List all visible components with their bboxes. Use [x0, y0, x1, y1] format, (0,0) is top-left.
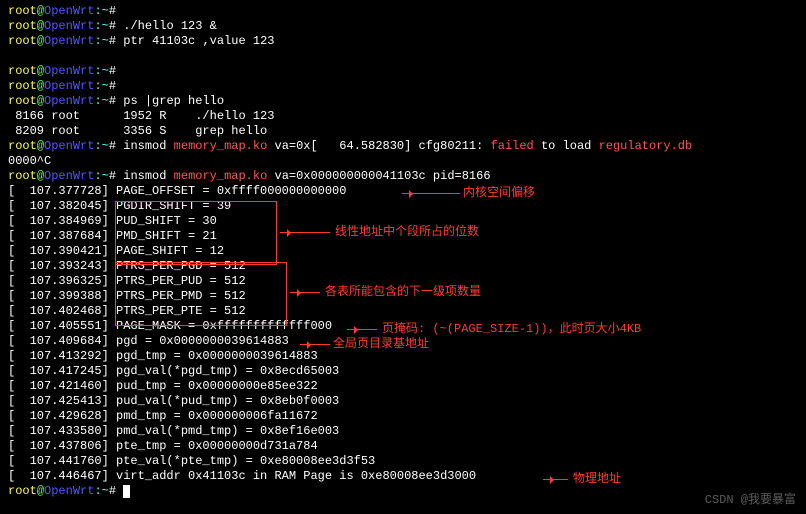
prompt-line[interactable]: root@OpenWrt:~# — [8, 4, 798, 19]
prompt-user: root — [8, 4, 37, 18]
prompt-line[interactable]: root@OpenWrt:~# ptr 41103c ,value 123 — [8, 34, 798, 49]
prompt-line[interactable]: root@OpenWrt:~# ps |grep hello — [8, 94, 798, 109]
blank-line — [8, 49, 798, 64]
filename-ko: memory_map.ko — [174, 139, 268, 153]
kernel-log-row: [ 107.437806] pte_tmp = 0x00000000d731a7… — [8, 439, 798, 454]
watermark: CSDN @我要暴富 — [705, 493, 796, 508]
ps-output-row: 8209 root 3356 S grep hello — [8, 124, 798, 139]
filename-regdb: regulatory.db — [599, 139, 693, 153]
kernel-log-row: [ 107.425413] pud_val(*pud_tmp) = 0x8eb0… — [8, 394, 798, 409]
command-ps-grep: ps |grep hello — [123, 94, 224, 108]
error-failed: failed — [491, 139, 534, 153]
command-run-hello: ./hello 123 & — [123, 19, 217, 33]
filename-ko: memory_map.ko — [174, 169, 268, 183]
kernel-log-row: [ 107.387684] PMD_SHIFT = 21 — [8, 229, 798, 244]
prompt-at: @ — [37, 4, 44, 18]
kernel-log-row: [ 107.396325] PTRS_PER_PUD = 512 — [8, 274, 798, 289]
prompt-line[interactable]: root@OpenWrt:~# — [8, 64, 798, 79]
kernel-log-row: [ 107.429628] pmd_tmp = 0x000000006fa116… — [8, 409, 798, 424]
prompt-end: # — [109, 4, 123, 18]
kernel-log-row: [ 107.409684] pgd = 0x0000000039614883 — [8, 334, 798, 349]
kernel-log-row: [ 107.413292] pgd_tmp = 0x00000000396148… — [8, 349, 798, 364]
command-insmod-2: insmod — [123, 169, 173, 183]
cursor-icon — [123, 485, 130, 498]
prompt-line[interactable]: root@OpenWrt:~# — [8, 484, 798, 499]
ps-output-row: 8166 root 1952 R ./hello 123 — [8, 109, 798, 124]
kernel-log-row: [ 107.402468] PTRS_PER_PTE = 512 — [8, 304, 798, 319]
prompt-line[interactable]: root@OpenWrt:~# ./hello 123 & — [8, 19, 798, 34]
kernel-log-row: [ 107.405551] PAGE_MASK = 0xffffffffffff… — [8, 319, 798, 334]
prompt-path: :~ — [94, 4, 108, 18]
kernel-log-row: [ 107.382045] PGDIR_SHIFT = 39 — [8, 199, 798, 214]
kernel-log-row: [ 107.417245] pgd_val(*pgd_tmp) = 0x8ecd… — [8, 364, 798, 379]
prompt-line[interactable]: root@OpenWrt:~# insmod memory_map.ko va=… — [8, 169, 798, 184]
kernel-log-row: [ 107.390421] PAGE_SHIFT = 12 — [8, 244, 798, 259]
command-insmod-1: insmod — [123, 139, 173, 153]
kernel-log-row: [ 107.399388] PTRS_PER_PMD = 512 — [8, 289, 798, 304]
prompt-host: OpenWrt — [44, 4, 94, 18]
output-ctrl-c: 0000^C — [8, 154, 798, 169]
kernel-log-row: [ 107.433580] pmd_val(*pmd_tmp) = 0x8ef1… — [8, 424, 798, 439]
kernel-log-row: [ 107.393243] PTRS_PER_PGD = 512 — [8, 259, 798, 274]
prompt-line[interactable]: root@OpenWrt:~# insmod memory_map.ko va=… — [8, 139, 798, 154]
kernel-log-row: [ 107.441760] pte_val(*pte_tmp) = 0xe800… — [8, 454, 798, 469]
output-ptr: ptr 41103c ,value 123 — [123, 34, 274, 48]
kernel-log-row: [ 107.421460] pud_tmp = 0x00000000e85ee3… — [8, 379, 798, 394]
kernel-log-row: [ 107.377728] PAGE_OFFSET = 0xffff000000… — [8, 184, 798, 199]
kernel-log-row: [ 107.446467] virt_addr 0x41103c in RAM … — [8, 469, 798, 484]
prompt-line[interactable]: root@OpenWrt:~# — [8, 79, 798, 94]
kernel-log-row: [ 107.384969] PUD_SHIFT = 30 — [8, 214, 798, 229]
